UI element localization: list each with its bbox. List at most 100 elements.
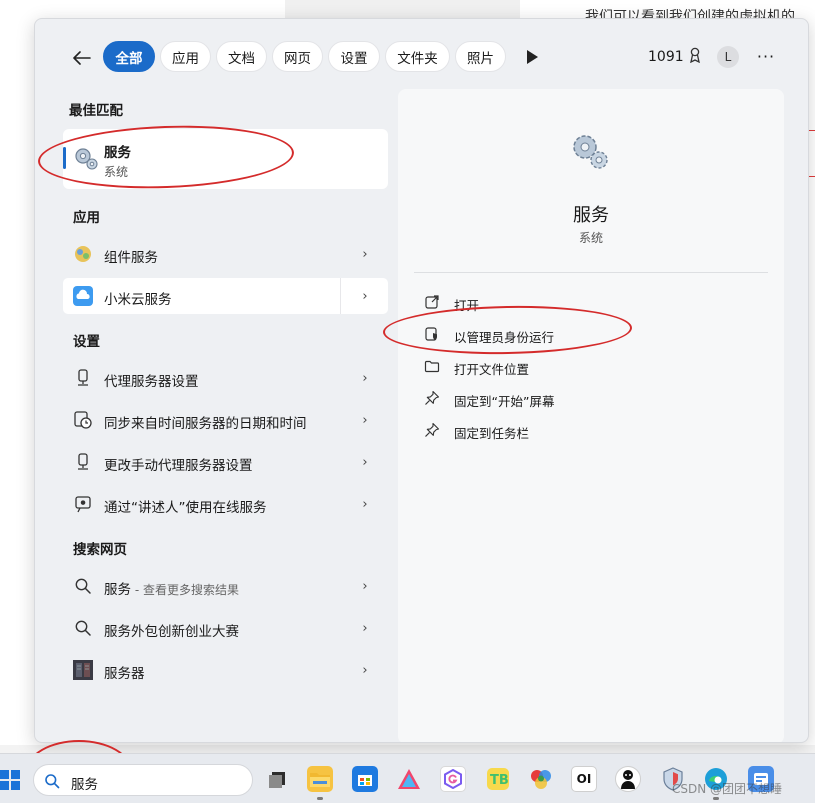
search-query-text: 服务 [71,777,98,793]
xiaomi-cloud-icon [73,286,93,306]
selection-indicator [63,147,66,169]
action-pin-to-start[interactable]: 固定到“开始”屏幕 [424,386,724,412]
detail-title: 服务 [573,205,609,226]
file-explorer-icon[interactable] [307,766,333,792]
detail-pane: 服务 系统 打开 以管理员身份运行 打开文件位置 固定到“开始”屏幕 固定到任务… [398,89,784,742]
clock-icon [74,411,92,429]
tab-photos[interactable]: 照片 [455,41,506,72]
list-item-web[interactable]: 服务器 › [63,652,388,688]
chevron-right-icon[interactable]: › [357,496,373,512]
action-open-file-location[interactable]: 打开文件位置 [424,354,724,380]
setting-label: 更改手动代理服务器设置 [104,458,253,474]
list-item-app[interactable]: 小米云服务 › [63,278,388,314]
app-color-icon[interactable] [528,766,554,792]
section-web-search: 搜索网页 [73,542,127,558]
setting-label: 代理服务器设置 [104,374,199,390]
best-match-title: 服务 [104,145,131,161]
windows-start-icon[interactable] [0,768,20,790]
server-image-icon [73,660,93,680]
app-g-icon[interactable] [440,766,466,792]
avatar[interactable]: L [717,46,739,68]
chevron-right-icon[interactable]: › [357,578,373,594]
running-indicator [713,797,719,800]
chevron-right-icon[interactable]: › [357,246,373,262]
best-match-subtitle: 系统 [104,165,129,179]
action-pin-to-taskbar[interactable]: 固定到任务栏 [424,418,724,444]
app-tb-icon[interactable]: TB [485,766,511,792]
search-icon [75,620,91,636]
action-label: 固定到“开始”屏幕 [454,394,555,409]
list-item-app[interactable]: 组件服务 › [63,236,388,272]
action-label: 打开文件位置 [454,362,530,377]
section-settings: 设置 [73,334,100,350]
web-result-label: 服务器 [104,666,145,682]
detail-subtitle: 系统 [578,231,603,245]
list-item-web[interactable]: 服务外包创新创业大赛 › [63,610,388,646]
proxy-icon [78,453,88,470]
chevron-right-icon[interactable]: › [357,454,373,470]
chevron-right-icon[interactable]: › [357,370,373,386]
back-arrow-icon [73,51,91,65]
tab-documents[interactable]: 文档 [216,41,267,72]
narrator-icon [75,496,91,513]
app-label: 小米云服务 [104,292,172,308]
rewards-medal-icon [690,47,701,64]
pin-icon [425,422,440,437]
action-label: 固定到任务栏 [454,426,530,441]
list-item-setting[interactable]: 同步来自时间服务器的日期和时间 › [63,402,388,438]
task-view-icon[interactable] [265,766,291,792]
chevron-right-icon[interactable]: › [357,288,373,304]
list-item-setting[interactable]: 通过“讲述人”使用在线服务 › [63,486,388,522]
rewards-points[interactable]: 1091 [648,47,702,65]
web-result-suffix: - 查看更多搜索结果 [131,583,239,597]
back-button[interactable] [69,45,95,71]
more-filters-play-icon[interactable] [525,49,539,65]
services-gear-icon [573,135,608,169]
tab-apps[interactable]: 应用 [160,41,211,72]
setting-label: 同步来自时间服务器的日期和时间 [104,416,307,432]
svg-text:TB: TB [490,773,509,788]
list-item-web[interactable]: 服务 - 查看更多搜索结果 › [63,568,388,604]
section-best-match: 最佳匹配 [69,103,123,119]
tab-settings[interactable]: 设置 [328,41,380,72]
taskbar-search-input[interactable]: 服务 [33,764,253,796]
divider [414,272,768,273]
app-label: 组件服务 [104,250,158,266]
action-label: 打开 [454,298,480,313]
setting-label: 通过“讲述人”使用在线服务 [104,500,267,516]
background-strip [285,0,520,18]
more-options-button[interactable]: ··· [755,45,777,67]
action-open[interactable]: 打开 [424,290,724,316]
running-indicator [317,797,323,800]
list-item-setting[interactable]: 代理服务器设置 › [63,360,388,396]
list-item-setting[interactable]: 更改手动代理服务器设置 › [63,444,388,480]
services-gear-icon [75,148,98,170]
microsoft-store-icon[interactable] [352,766,378,792]
action-run-as-admin[interactable]: 以管理员身份运行 [424,322,724,348]
search-panel: 全部 应用 文档 网页 设置 文件夹 照片 1091 L ··· 最佳匹配 服务… [34,18,809,743]
search-icon [45,774,60,789]
app-avatar-icon[interactable] [615,766,641,792]
component-services-icon [75,246,91,262]
action-label: 以管理员身份运行 [454,330,555,345]
chevron-right-icon[interactable]: › [357,620,373,636]
app-a-icon[interactable] [396,766,422,792]
row-divider [340,278,341,314]
tab-all[interactable]: 全部 [103,41,155,72]
web-result-query: 服务 [104,582,131,598]
best-match-item[interactable]: 服务 系统 [63,129,388,189]
chevron-right-icon[interactable]: › [357,662,373,678]
filter-bar: 全部 应用 文档 网页 设置 文件夹 照片 1091 L ··· [35,41,808,73]
chevron-right-icon[interactable]: › [357,412,373,428]
watermark: CSDN @团团不想睡 [672,782,783,796]
section-apps: 应用 [73,210,100,226]
open-external-icon [425,295,439,309]
tab-web[interactable]: 网页 [272,41,323,72]
rewards-points-value: 1091 [648,49,684,65]
web-result-label: 服务 - 查看更多搜索结果 [104,578,239,598]
folder-icon [424,360,440,373]
app-oi-icon[interactable]: OI [571,766,597,792]
taskbar: 服务 TB OI CSDN @团团不想睡 [0,753,815,803]
shield-icon [425,327,437,341]
tab-folders[interactable]: 文件夹 [385,41,450,72]
